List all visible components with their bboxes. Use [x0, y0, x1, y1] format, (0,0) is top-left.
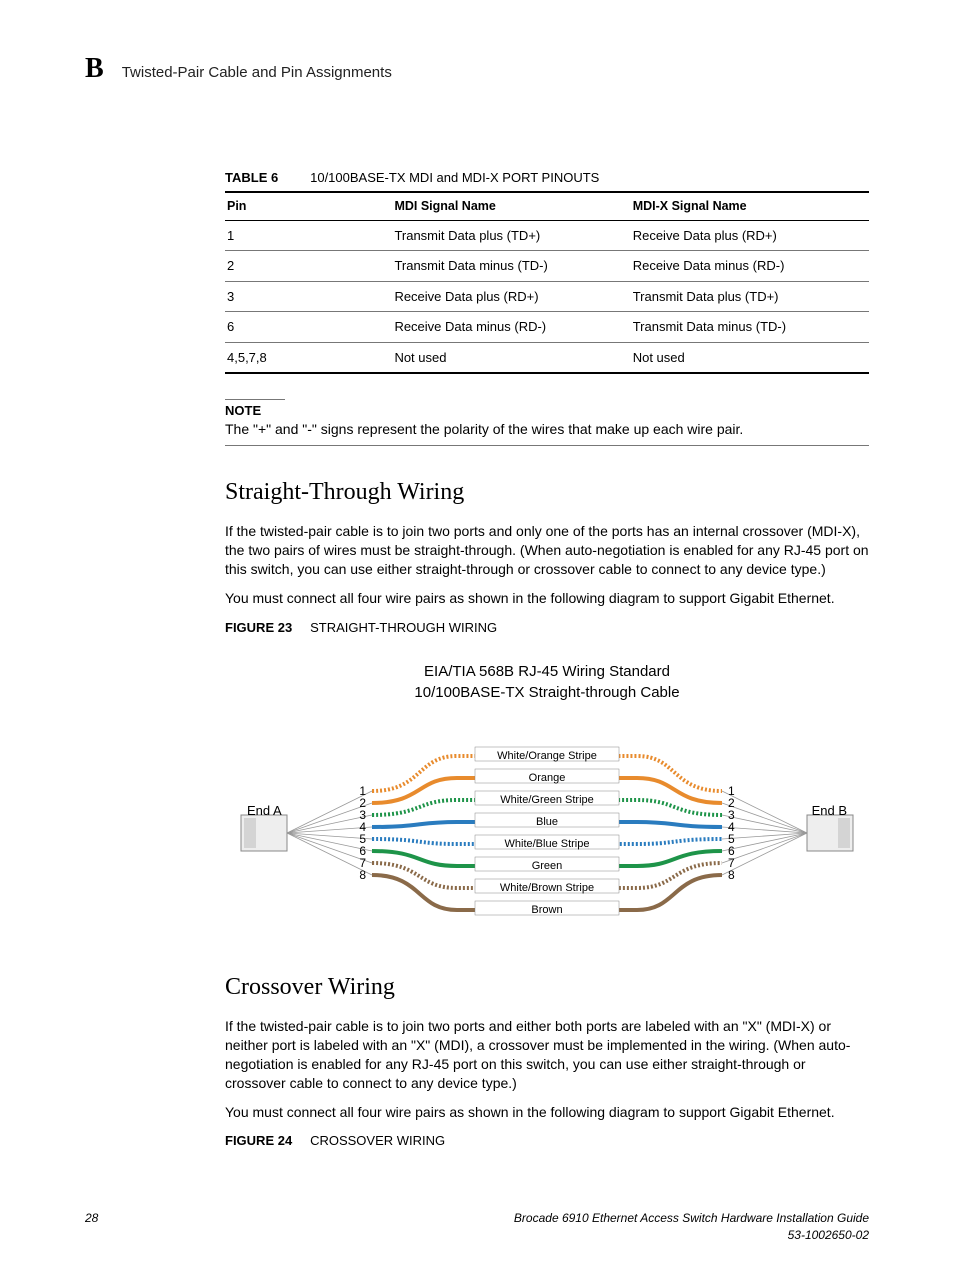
main-content: TABLE 6 10/100BASE-TX MDI and MDI-X PORT… [225, 168, 869, 1151]
page-header: B Twisted-Pair Cable and Pin Assignments [85, 50, 869, 88]
heading-straight-through: Straight-Through Wiring [225, 476, 869, 508]
section-title: Twisted-Pair Cable and Pin Assignments [122, 63, 392, 83]
table-cell: 4,5,7,8 [225, 342, 392, 373]
diagram-title-1: EIA/TIA 568B RJ-45 Wiring Standard [424, 663, 670, 680]
table-header-row: Pin MDI Signal Name MDI-X Signal Name [225, 192, 869, 220]
table-row: 3Receive Data plus (RD+)Transmit Data pl… [225, 281, 869, 312]
table-row: 2Transmit Data minus (TD-)Receive Data m… [225, 251, 869, 282]
table-cell: 2 [225, 251, 392, 282]
svg-text:Green: Green [532, 860, 563, 872]
table-label: TABLE 6 [225, 170, 278, 185]
svg-text:White/Brown Stripe: White/Brown Stripe [500, 882, 594, 894]
table-title-row: TABLE 6 10/100BASE-TX MDI and MDI-X PORT… [225, 168, 869, 187]
heading-crossover: Crossover Wiring [225, 971, 869, 1003]
footer-doc-title: Brocade 6910 Ethernet Access Switch Hard… [514, 1211, 869, 1225]
wiring-diagram: EIA/TIA 568B RJ-45 Wiring Standard 10/10… [225, 661, 869, 941]
note-label: NOTE [225, 402, 869, 420]
paragraph: If the twisted-pair cable is to join two… [225, 522, 869, 579]
wiring-svg: End AEnd B1122334455667788White/Orange S… [227, 731, 867, 941]
paragraph: If the twisted-pair cable is to join two… [225, 1017, 869, 1093]
diagram-title-2: 10/100BASE-TX Straight-through Cable [414, 684, 679, 701]
figure-caption: STRAIGHT-THROUGH WIRING [310, 620, 497, 635]
table-row: 6Receive Data minus (RD-)Transmit Data m… [225, 312, 869, 343]
table-cell: Receive Data plus (RD+) [392, 281, 630, 312]
table-cell: Transmit Data minus (TD-) [631, 312, 869, 343]
table-cell: 1 [225, 220, 392, 251]
table-caption: 10/100BASE-TX MDI and MDI-X PORT PINOUTS [310, 170, 599, 185]
page-number: 28 [85, 1210, 98, 1242]
page-footer: 28 Brocade 6910 Ethernet Access Switch H… [85, 1210, 869, 1242]
table-cell: Transmit Data minus (TD-) [392, 251, 630, 282]
svg-text:End A: End A [247, 803, 282, 818]
paragraph: You must connect all four wire pairs as … [225, 589, 869, 608]
svg-text:White/Green Stripe: White/Green Stripe [500, 794, 594, 806]
table-cell: Transmit Data plus (TD+) [631, 281, 869, 312]
table-row: 1Transmit Data plus (TD+)Receive Data pl… [225, 220, 869, 251]
svg-text:8: 8 [728, 868, 735, 882]
svg-text:Brown: Brown [531, 904, 562, 916]
svg-text:White/Orange Stripe: White/Orange Stripe [497, 750, 597, 762]
svg-text:8: 8 [359, 868, 366, 882]
col-pin: Pin [225, 192, 392, 220]
paragraph: You must connect all four wire pairs as … [225, 1103, 869, 1122]
col-mdix: MDI-X Signal Name [631, 192, 869, 220]
svg-text:White/Blue Stripe: White/Blue Stripe [505, 838, 590, 850]
table-cell: Not used [631, 342, 869, 373]
svg-text:Blue: Blue [536, 816, 558, 828]
svg-text:Orange: Orange [529, 772, 566, 784]
svg-text:End B: End B [812, 803, 847, 818]
note-text: The "+" and "-" signs represent the pola… [225, 420, 869, 446]
figure-label: FIGURE 23 [225, 620, 292, 635]
table-cell: Receive Data plus (RD+) [631, 220, 869, 251]
table-cell: 3 [225, 281, 392, 312]
table-cell: Receive Data minus (RD-) [392, 312, 630, 343]
table-cell: Not used [392, 342, 630, 373]
footer-doc: Brocade 6910 Ethernet Access Switch Hard… [514, 1210, 869, 1242]
figure-label: FIGURE 24 [225, 1133, 292, 1148]
table-row: 4,5,7,8Not usedNot used [225, 342, 869, 373]
figure-title-row: FIGURE 24 CROSSOVER WIRING [225, 1131, 869, 1150]
pinout-table: Pin MDI Signal Name MDI-X Signal Name 1T… [225, 191, 869, 375]
figure-title-row: FIGURE 23 STRAIGHT-THROUGH WIRING [225, 618, 869, 637]
col-mdi: MDI Signal Name [392, 192, 630, 220]
table-cell: 6 [225, 312, 392, 343]
diagram-heading: EIA/TIA 568B RJ-45 Wiring Standard 10/10… [225, 661, 869, 703]
table-cell: Receive Data minus (RD-) [631, 251, 869, 282]
figure-caption: CROSSOVER WIRING [310, 1133, 445, 1148]
appendix-letter: B [85, 50, 104, 88]
note-block: NOTE The "+" and "-" signs represent the… [225, 399, 869, 445]
table-cell: Transmit Data plus (TD+) [392, 220, 630, 251]
